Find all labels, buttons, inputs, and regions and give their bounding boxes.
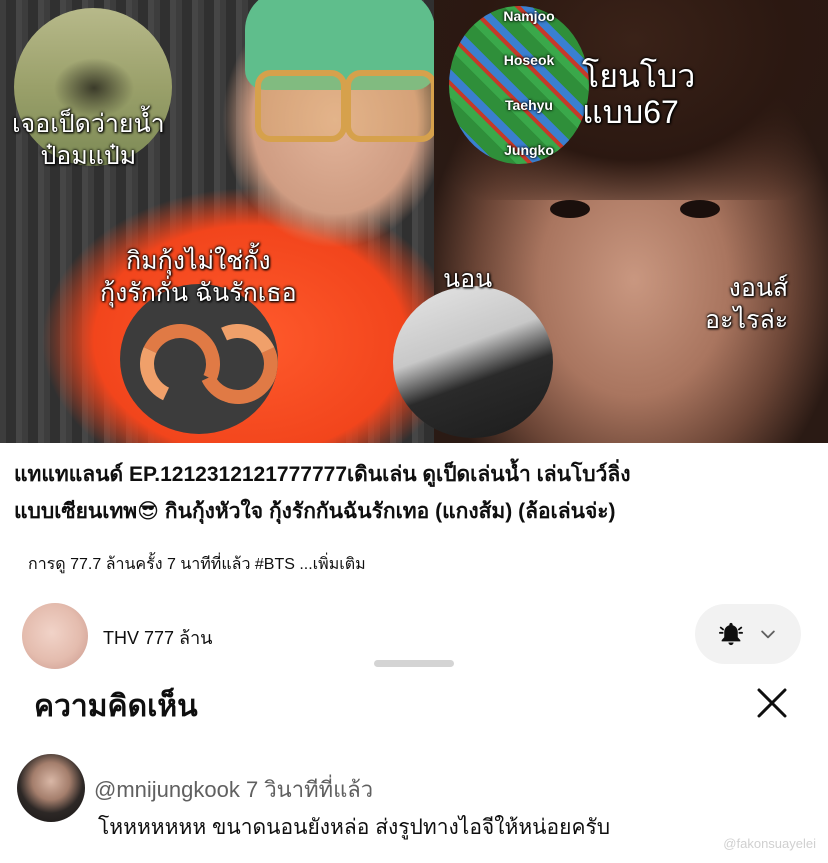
comment-item: @mnijungkook 7 วินาทีที่แล้ว โหหหหหหห ขน… <box>0 748 828 858</box>
comment-header: @mnijungkook 7 วินาทีที่แล้ว <box>94 772 373 807</box>
glasses-right-lens <box>345 70 437 142</box>
overlay-sulk-text: งอนส์ อะไรล่ะ <box>705 274 789 334</box>
glasses-left-lens <box>255 70 347 142</box>
video-title-line: แบบเซียนเทพ😎 กินกุ้งหัวใจ กุ้งรักกันฉันร… <box>14 500 616 523</box>
channel-name[interactable]: THV 777 ล้าน <box>103 623 212 652</box>
overlay-duck-text: เจอเป็ดว่ายน้ำ ป๋อมแป๋ม <box>12 110 165 170</box>
eye-right <box>680 200 720 218</box>
subscribe-bell-button[interactable] <box>695 604 801 664</box>
sleeping-photo-circle <box>393 286 553 438</box>
comment-username[interactable]: @mnijungkook <box>94 777 240 802</box>
bowling-name: Taehyu <box>505 97 553 113</box>
bowling-game-circle <box>449 6 589 164</box>
video-title-line: แทแทแลนด์ EP.1212312121777777เดินเล่น ดู… <box>14 463 631 486</box>
comments-title: ความคิดเห็น <box>34 690 198 723</box>
video-title[interactable]: แทแทแลนด์ EP.1212312121777777เดินเล่น ดู… <box>14 456 814 530</box>
sheet-drag-handle[interactable] <box>374 660 454 667</box>
shrimp-right <box>186 312 278 416</box>
bowling-name: Jungko <box>504 142 554 158</box>
close-icon[interactable] <box>752 683 792 723</box>
overlay-shrimp-text: กิมกุ้งไม่ใช่กั้ง กุ้งรักกั่น ฉันรักเธอ <box>100 247 297 307</box>
commenter-avatar[interactable] <box>17 754 85 822</box>
video-thumbnail[interactable]: Namjoo Hoseok Taehyu Jungko เจอเป็ดว่ายน… <box>0 0 828 443</box>
overlay-sleep-text: นอน <box>443 265 493 293</box>
eye-left <box>550 200 590 218</box>
chevron-down-icon <box>761 630 775 639</box>
bowling-name: Namjoo <box>503 8 555 24</box>
video-meta[interactable]: การดู 77.7 ล้านครั้ง 7 นาทีที่แล้ว #BTS … <box>28 552 366 577</box>
comment-text: โหหหหหหห ขนาดนอนยังหล่อ ส่งรูปทางไอจีให้… <box>98 816 611 839</box>
comment-time: 7 วินาทีที่แล้ว <box>245 777 374 802</box>
overlay-bowling-text: โยนโบว แบบ67 <box>582 58 696 130</box>
watermark: @fakonsuayelei <box>723 836 816 851</box>
bowling-name: Hoseok <box>503 52 555 68</box>
bell-icon <box>718 622 744 646</box>
channel-avatar[interactable] <box>22 603 88 669</box>
